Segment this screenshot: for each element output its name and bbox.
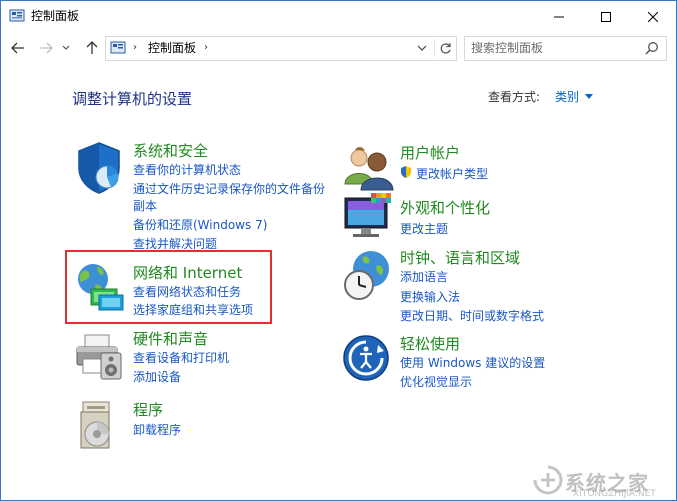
link-windows-recommended-settings[interactable]: 使用 Windows 建议的设置: [400, 354, 545, 371]
close-button[interactable]: [630, 1, 676, 32]
breadcrumb-control-panel[interactable]: 控制面板: [148, 40, 196, 56]
search-icon[interactable]: [645, 41, 659, 55]
arrow-right-icon: [40, 42, 53, 54]
maximize-button[interactable]: [583, 1, 629, 32]
control-panel-icon: [110, 41, 126, 54]
address-bar[interactable]: › 控制面板 ›: [105, 36, 457, 61]
breadcrumb-separator[interactable]: ›: [204, 42, 208, 53]
arrow-up-icon: [86, 41, 98, 54]
category-ease-access-title[interactable]: 轻松使用: [400, 333, 460, 354]
minimize-button[interactable]: [536, 1, 582, 32]
window-title: 控制面板: [31, 9, 80, 23]
search-input[interactable]: [471, 40, 631, 56]
category-appearance-title[interactable]: 外观和个性化: [400, 197, 490, 218]
view-by-dropdown[interactable]: 类别: [555, 88, 579, 105]
link-file-history-backup-cont[interactable]: 副本: [133, 197, 157, 214]
link-change-date-time-format[interactable]: 更改日期、时间或数字格式: [400, 307, 544, 324]
breadcrumb-separator[interactable]: ›: [133, 42, 137, 53]
refresh-button[interactable]: [434, 39, 455, 57]
up-button[interactable]: [81, 37, 103, 59]
chevron-down-icon: [62, 45, 70, 50]
link-change-theme[interactable]: 更改主题: [400, 220, 448, 237]
title-bar: 控制面板: [1, 1, 676, 32]
close-icon: [648, 11, 658, 22]
back-button[interactable]: [7, 37, 29, 59]
forward-button[interactable]: [35, 37, 57, 59]
link-change-input-method[interactable]: 更换输入法: [400, 288, 460, 305]
watermark: 系统之家 XITONGZHIJIA.NET: [515, 459, 675, 499]
control-panel-icon: [9, 9, 25, 22]
arrow-left-icon: [11, 42, 24, 54]
category-clock-region-title[interactable]: 时钟、语言和区域: [400, 247, 520, 268]
link-change-account-type[interactable]: 更改帐户类型: [416, 165, 488, 182]
link-add-device[interactable]: 添加设备: [133, 368, 181, 385]
caret-down-icon[interactable]: [585, 94, 593, 99]
printer-icon[interactable]: [71, 329, 127, 385]
link-homegroup-sharing[interactable]: 选择家庭组和共享选项: [133, 301, 253, 318]
minimize-icon: [554, 16, 564, 17]
category-hardware-sound-title[interactable]: 硬件和声音: [133, 328, 208, 349]
link-network-status[interactable]: 查看网络状态和任务: [133, 283, 241, 300]
link-add-language[interactable]: 添加语言: [400, 268, 448, 285]
category-network-internet-title[interactable]: 网络和 Internet: [133, 262, 242, 283]
page-title: 调整计算机的设置: [72, 90, 193, 108]
refresh-icon: [440, 42, 451, 54]
control-panel-window: 控制面板 › 控制面板 › 搜索控制面板 调整计算机的设置 查看方式: 类别 系…: [0, 0, 677, 501]
view-by-label: 查看方式:: [488, 90, 541, 104]
link-uninstall-program[interactable]: 卸载程序: [133, 421, 181, 438]
search-box[interactable]: [464, 36, 667, 61]
watermark-url: XITONGZHIJIA.NET: [573, 489, 656, 499]
clock-globe-icon[interactable]: [341, 247, 397, 303]
maximize-icon: [601, 11, 611, 22]
category-system-security-title[interactable]: 系统和安全: [133, 140, 208, 161]
link-devices-printers[interactable]: 查看设备和打印机: [133, 349, 229, 366]
watermark-logo-icon: [533, 465, 563, 495]
link-file-history-backup[interactable]: 通过文件历史记录保存你的文件备份: [133, 180, 325, 197]
category-user-accounts-title[interactable]: 用户帐户: [400, 142, 460, 163]
user-accounts-icon[interactable]: [341, 140, 397, 196]
chevron-down-icon: [417, 45, 427, 51]
address-dropdown-button[interactable]: [414, 40, 430, 56]
navigation-bar: › 控制面板 ›: [1, 32, 676, 64]
shield-icon[interactable]: [71, 140, 127, 196]
appearance-monitor-icon[interactable]: [341, 190, 397, 246]
uac-shield-icon: [401, 166, 411, 178]
ease-of-access-icon[interactable]: [341, 333, 397, 389]
link-backup-restore[interactable]: 备份和还原(Windows 7): [133, 216, 267, 233]
programs-icon[interactable]: [71, 398, 127, 454]
link-view-computer-status[interactable]: 查看你的计算机状态: [133, 161, 241, 178]
recent-locations-button[interactable]: [59, 37, 73, 59]
network-globe-icon[interactable]: [71, 259, 127, 315]
link-optimize-visual-display[interactable]: 优化视觉显示: [400, 373, 472, 390]
category-programs-title[interactable]: 程序: [133, 399, 163, 420]
